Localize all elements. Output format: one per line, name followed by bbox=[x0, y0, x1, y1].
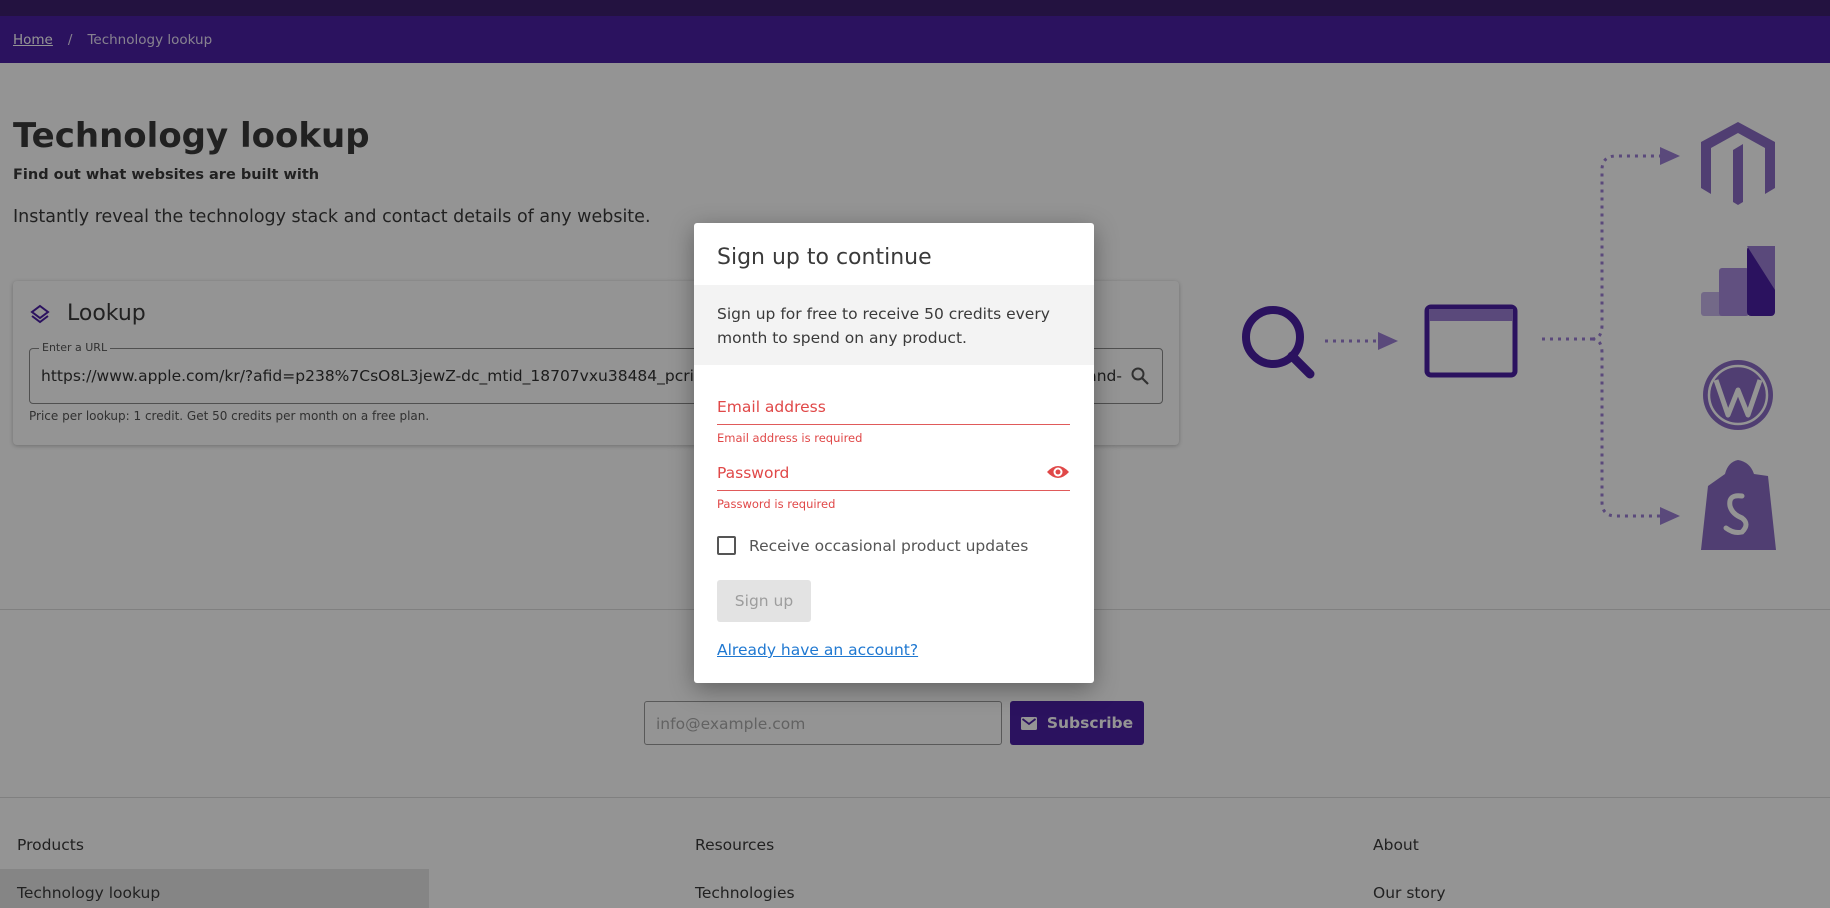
email-error: Email address is required bbox=[717, 431, 863, 445]
eye-icon[interactable] bbox=[1046, 463, 1070, 481]
modal-title: Sign up to continue bbox=[717, 245, 932, 270]
modal-info: Sign up for free to receive 50 credits e… bbox=[694, 285, 1094, 365]
password-field[interactable]: Password bbox=[717, 461, 1070, 491]
checkbox-box[interactable] bbox=[717, 536, 736, 555]
product-updates-checkbox[interactable]: Receive occasional product updates bbox=[717, 536, 1028, 555]
checkbox-label: Receive occasional product updates bbox=[749, 536, 1029, 555]
password-error: Password is required bbox=[717, 497, 836, 511]
signup-button[interactable]: Sign up bbox=[717, 580, 811, 622]
email-field[interactable]: Email address bbox=[717, 395, 1070, 425]
signup-modal: Sign up to continue Sign up for free to … bbox=[694, 223, 1094, 683]
login-link[interactable]: Already have an account? bbox=[717, 641, 918, 659]
email-field-label: Email address bbox=[717, 398, 826, 416]
password-field-label: Password bbox=[717, 464, 790, 482]
